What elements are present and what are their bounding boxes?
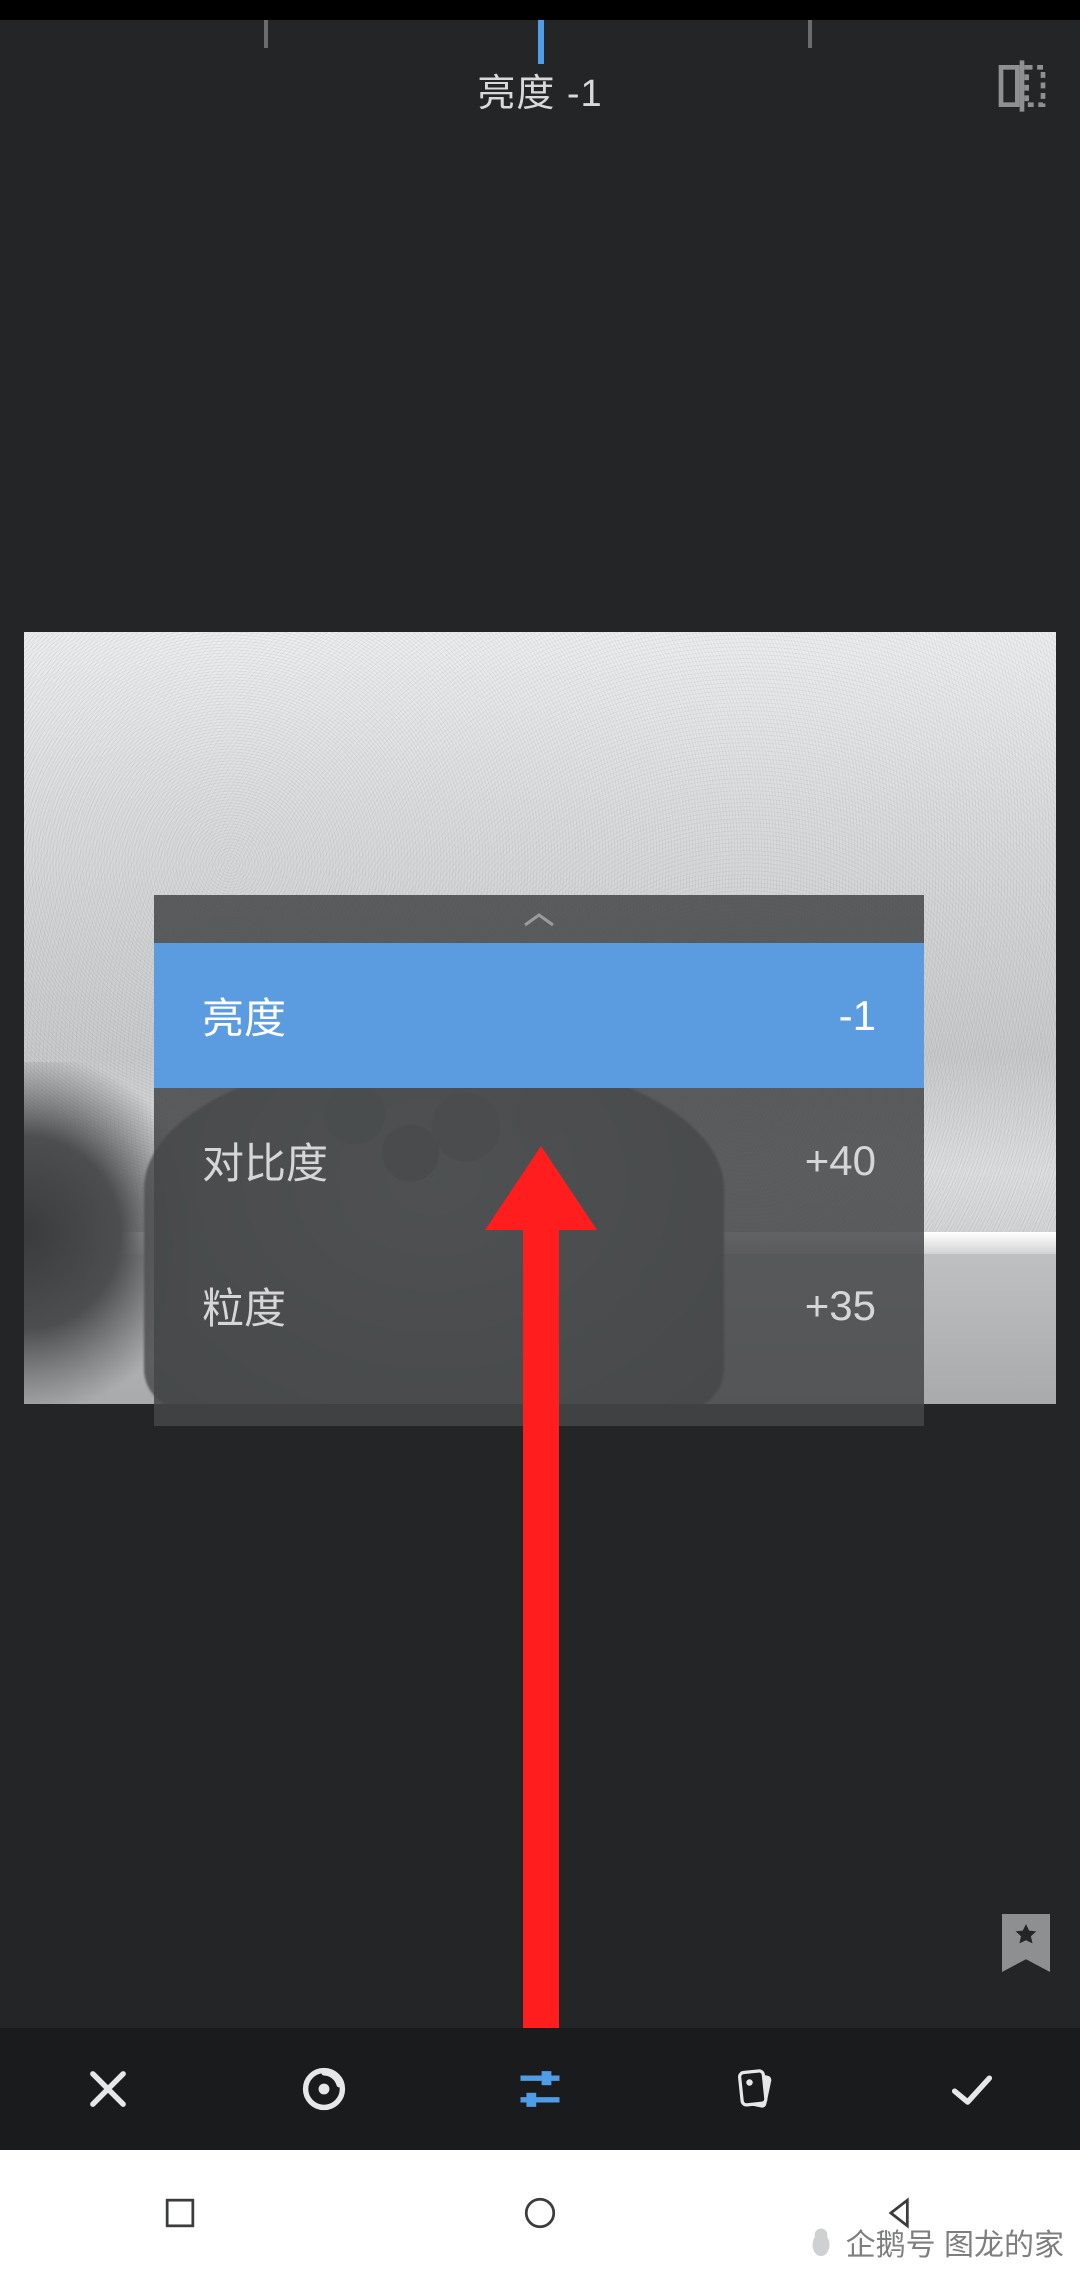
filter-presets-button[interactable] xyxy=(648,2028,864,2150)
autofix-icon xyxy=(298,2063,350,2115)
watermark-text: 企鹅号 图龙的家 xyxy=(846,2220,1064,2264)
annotation-arrow-up xyxy=(523,1210,559,2034)
value-slider-track[interactable] xyxy=(0,20,1080,50)
cancel-button[interactable] xyxy=(0,2028,216,2150)
current-parameter-label: 亮度 -1 xyxy=(477,62,602,117)
param-name: 亮度 xyxy=(202,985,286,1046)
compare-icon xyxy=(994,58,1050,114)
slider-tick xyxy=(808,20,812,48)
param-value: +40 xyxy=(805,1137,876,1185)
check-icon xyxy=(946,2063,998,2115)
star-icon xyxy=(1013,1922,1039,1948)
circle-icon xyxy=(518,2191,562,2235)
filter-card-icon xyxy=(730,2063,782,2115)
status-bar xyxy=(0,0,1080,20)
slider-tick xyxy=(264,20,268,48)
favorite-bookmark-button[interactable] xyxy=(1002,1914,1050,1972)
header-row: 亮度 -1 xyxy=(0,50,1080,128)
param-value: +35 xyxy=(805,1282,876,1330)
nav-home-button[interactable] xyxy=(518,2191,562,2240)
sliders-icon xyxy=(514,2063,566,2115)
photo-editor-screen: 亮度 -1 亮度 -1 对比度 +40 粒度 +35 xyxy=(0,0,1080,2280)
param-row-brightness[interactable]: 亮度 -1 xyxy=(154,943,924,1088)
param-name: 对比度 xyxy=(202,1130,328,1191)
param-value: -1 xyxy=(839,992,876,1040)
popup-chevron-up xyxy=(154,895,924,943)
penguin-icon xyxy=(804,2225,838,2259)
square-icon xyxy=(158,2191,202,2235)
autofix-button[interactable] xyxy=(216,2028,432,2150)
nav-recent-button[interactable] xyxy=(158,2191,202,2240)
chevron-up-icon xyxy=(521,909,557,929)
close-icon xyxy=(82,2063,134,2115)
watermark: 企鹅号 图龙的家 xyxy=(804,2220,1064,2264)
adjust-sliders-button[interactable] xyxy=(432,2028,648,2150)
system-nav-bar: 企鹅号 图龙的家 xyxy=(0,2150,1080,2280)
compare-before-after-button[interactable] xyxy=(994,58,1050,114)
param-name: 粒度 xyxy=(202,1275,286,1336)
bottom-toolbar xyxy=(0,2028,1080,2150)
confirm-button[interactable] xyxy=(864,2028,1080,2150)
